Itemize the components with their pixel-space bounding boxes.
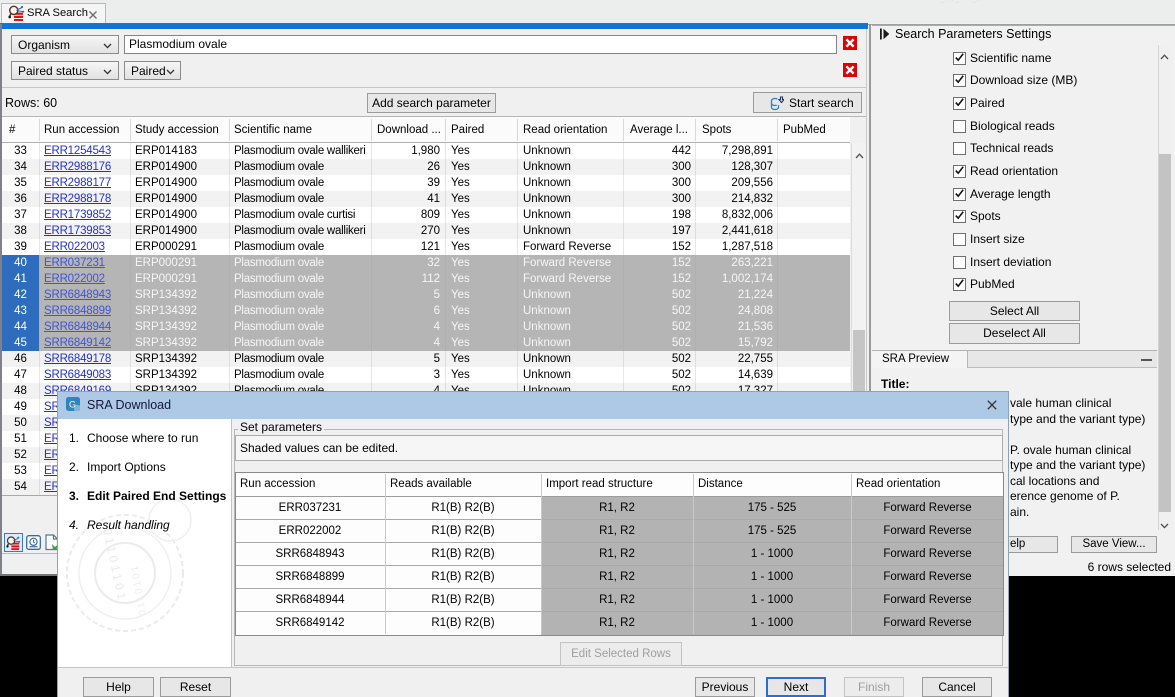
svg-text:0110101: 0110101	[129, 563, 149, 616]
svg-text:01101101: 01101101	[100, 527, 129, 604]
svg-text:G: G	[69, 400, 76, 410]
